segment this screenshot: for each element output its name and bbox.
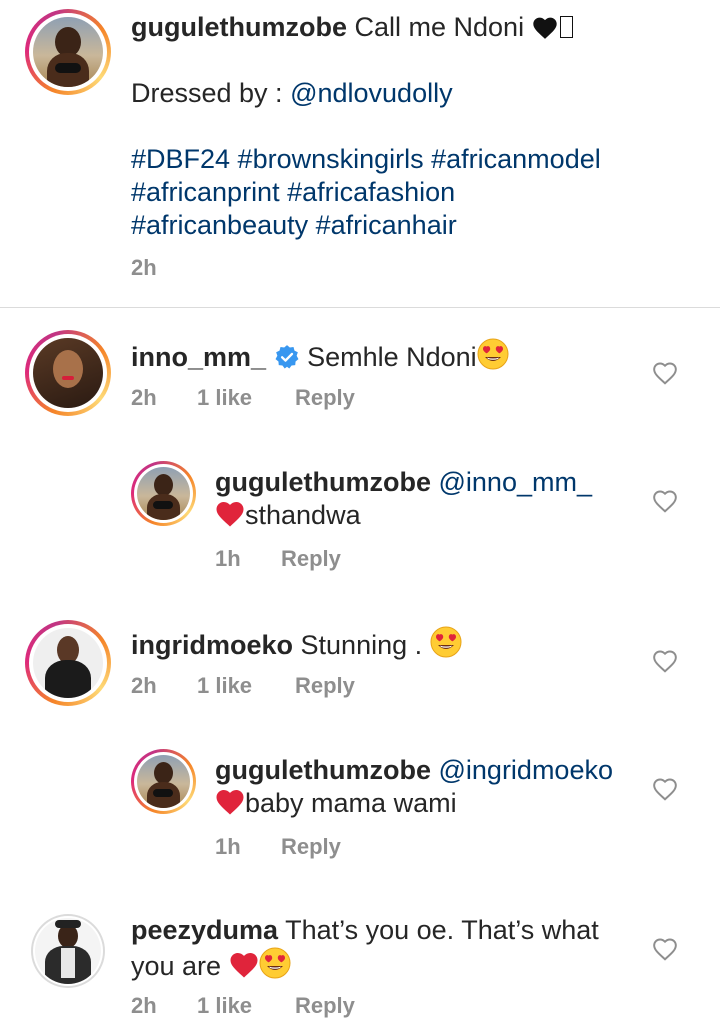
red-heart-icon xyxy=(229,951,259,979)
reply-time: 1h xyxy=(215,546,241,571)
like-heart-icon[interactable] xyxy=(652,649,678,673)
hashtags-line-3[interactable]: #africanbeauty #africanhair xyxy=(131,209,457,242)
dressed-prefix: Dressed by : xyxy=(131,78,283,108)
verified-badge-icon xyxy=(274,344,300,370)
reply-1-line-2: sthandwa xyxy=(215,499,361,532)
comment-username[interactable]: ingridmoeko xyxy=(131,630,293,660)
reply-button[interactable]: Reply xyxy=(281,546,341,572)
reply-username[interactable]: gugulethumzobe xyxy=(215,467,431,497)
comment-time: 2h xyxy=(131,993,157,1018)
heart-eyes-emoji-icon xyxy=(477,338,509,370)
comment-text: Stunning . xyxy=(300,630,423,660)
reply-username[interactable]: gugulethumzobe xyxy=(215,755,431,785)
reply-mention[interactable]: @ingridmoeko xyxy=(439,755,614,785)
hashtags-line-1[interactable]: #DBF24 #brownskingirls #africanmodel xyxy=(131,143,601,176)
reply-text: sthandwa xyxy=(245,500,361,530)
like-heart-icon[interactable] xyxy=(652,489,678,513)
reply-2-line-1: gugulethumzobe @ingridmoeko xyxy=(215,754,613,787)
reply-button[interactable]: Reply xyxy=(295,385,355,411)
like-heart-icon[interactable] xyxy=(652,777,678,801)
reply-2-line-2: baby mama wami xyxy=(215,787,457,820)
comment-3-line-2: you are xyxy=(131,947,291,983)
reply-time: 1h xyxy=(215,834,241,859)
mention-link[interactable]: @ndlovudolly xyxy=(290,78,453,108)
comment-likes[interactable]: 1 like xyxy=(197,993,252,1019)
reply-text: baby mama wami xyxy=(245,788,457,818)
heart-eyes-emoji-icon xyxy=(430,626,462,658)
black-heart-icon xyxy=(532,16,558,40)
comment-text-line-2: you are xyxy=(131,951,222,981)
red-heart-icon xyxy=(215,788,245,816)
comment-username[interactable]: inno_mm_ xyxy=(131,342,266,372)
reply-1-line-1: gugulethumzobe @inno_mm_ xyxy=(215,466,592,499)
caption-text: Call me Ndoni xyxy=(354,12,525,42)
comment-likes[interactable]: 1 like xyxy=(197,673,252,699)
like-heart-icon[interactable] xyxy=(652,937,678,961)
comment-text-line-1: That’s you oe. That’s what xyxy=(285,915,599,945)
reply-button[interactable]: Reply xyxy=(295,673,355,699)
comment-time: 2h xyxy=(131,673,157,698)
like-heart-icon[interactable] xyxy=(652,361,678,385)
comment-text: Semhle Ndoni xyxy=(307,342,477,372)
comment-username[interactable]: peezyduma xyxy=(131,915,278,945)
caption-divider xyxy=(0,307,720,308)
red-heart-icon xyxy=(215,500,245,528)
reply-button[interactable]: Reply xyxy=(281,834,341,860)
heart-eyes-emoji-icon xyxy=(259,947,291,979)
caption-dressed-line: Dressed by : @ndlovudolly xyxy=(131,77,453,110)
caption-username[interactable]: gugulethumzobe xyxy=(131,12,347,42)
hashtags-line-2[interactable]: #africanprint #africafashion xyxy=(131,176,455,209)
caption-header: gugulethumzobe Call me Ndoni xyxy=(131,11,573,44)
comment-likes[interactable]: 1 like xyxy=(197,385,252,411)
comment-3-line-1: peezyduma That’s you oe. That’s what xyxy=(131,914,599,947)
reply-mention[interactable]: @inno_mm_ xyxy=(439,467,592,497)
caption-time: 2h xyxy=(131,255,157,280)
comment-time: 2h xyxy=(131,385,157,410)
flag-glyph-box xyxy=(559,16,573,38)
comment-1-line: inno_mm_ Semhle Ndoni xyxy=(131,338,509,374)
reply-button[interactable]: Reply xyxy=(295,993,355,1019)
comment-2-line: ingridmoeko Stunning . xyxy=(131,626,462,662)
